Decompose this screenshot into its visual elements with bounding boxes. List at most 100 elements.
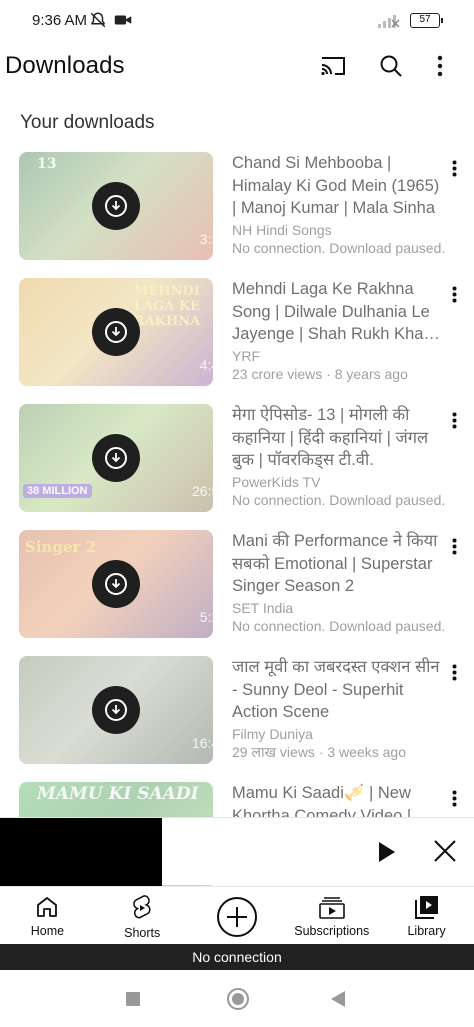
offline-banner: No connection <box>0 944 474 970</box>
mini-player-close-button[interactable] <box>430 836 460 866</box>
download-ring <box>105 573 127 595</box>
play-icon <box>379 842 395 862</box>
nav-home-label: Home <box>30 924 65 938</box>
video-status: No connection. Download paused. <box>232 239 446 256</box>
video-meta: जाल मूवी का जबरदस्त एक्शन सीन - Sunny De… <box>232 656 444 761</box>
video-more-button[interactable] <box>442 786 466 810</box>
status-time: 9:36 AM <box>32 12 88 29</box>
download-arrow-icon <box>111 453 121 463</box>
shorts-icon <box>133 895 151 919</box>
home-icon <box>37 897 58 917</box>
cast-button[interactable] <box>304 50 362 82</box>
video-status: 29 लाख views · 3 weeks ago <box>232 743 406 760</box>
home-system-button[interactable] <box>227 988 249 1010</box>
download-status-button[interactable] <box>92 560 140 608</box>
more-vertical-icon <box>452 664 456 680</box>
create-plus-icon <box>226 907 247 927</box>
more-vertical-icon <box>452 790 456 806</box>
mini-player-thumbnail[interactable] <box>0 818 162 886</box>
nav-library[interactable]: Library <box>379 887 474 944</box>
video-duration: 5:25 <box>199 609 213 625</box>
battery-icon: 57 <box>410 13 443 29</box>
video-item[interactable]: 13 3:36 Chand Si Mehbooba | Himalay Ki G… <box>0 152 474 278</box>
video-more-button[interactable] <box>442 660 466 684</box>
download-status-button[interactable] <box>92 308 140 356</box>
more-vertical-icon <box>452 538 456 554</box>
more-vertical-icon <box>452 160 456 176</box>
nav-library-label: Library <box>407 924 446 938</box>
status-left-icons <box>89 11 132 29</box>
video-title[interactable]: जाल मूवी का जबरदस्त एक्शन सीन - Sunny De… <box>232 656 444 724</box>
video-title[interactable]: मेगा ऐपिसोड- 13 | मोगली की कहानिया | हिं… <box>232 404 444 472</box>
nav-subscriptions[interactable]: Subscriptions <box>284 887 379 944</box>
video-more-button[interactable] <box>442 534 466 558</box>
video-item[interactable]: 38 MILLION 26:54 मेगा ऐपिसोड- 13 | मोगली… <box>0 404 474 530</box>
video-status: 23 crore views · 8 years ago <box>232 365 408 382</box>
downloads-list: 13 3:36 Chand Si Mehbooba | Himalay Ki G… <box>0 152 474 908</box>
subscriptions-icon <box>318 897 345 919</box>
video-channel: Filmy Duniya <box>232 725 313 742</box>
download-ring <box>105 321 127 343</box>
create-button[interactable] <box>216 897 257 937</box>
video-title[interactable]: Mani की Performance ने किया सबको Emotion… <box>232 530 444 598</box>
nav-create[interactable] <box>190 887 285 944</box>
video-title[interactable]: Mehndi Laga Ke Rakhna Song | Dilwale Dul… <box>232 278 444 346</box>
video-channel: SET India <box>232 599 294 616</box>
video-meta: Mani की Performance ने किया सबको Emotion… <box>232 530 446 635</box>
search-button[interactable] <box>362 50 420 82</box>
nav-shorts-label: Shorts <box>124 926 161 940</box>
video-meta: Chand Si Mehbooba | Himalay Ki God Mein … <box>232 152 446 257</box>
video-title[interactable]: Chand Si Mehbooba | Himalay Ki God Mein … <box>232 152 444 220</box>
download-arrow-icon <box>111 327 121 337</box>
video-duration: 26:54 <box>191 483 213 499</box>
download-ring <box>105 447 127 469</box>
download-arrow-icon <box>111 705 121 715</box>
video-meta: Mehndi Laga Ke Rakhna Song | Dilwale Dul… <box>232 278 444 383</box>
more-options-button[interactable] <box>420 50 460 82</box>
mute-bell-icon <box>90 12 106 28</box>
nav-shorts[interactable]: Shorts <box>95 887 190 944</box>
video-duration: 16:41 <box>191 735 213 751</box>
video-duration: 3:36 <box>199 231 213 247</box>
video-more-button[interactable] <box>442 282 466 306</box>
library-icon <box>414 896 438 919</box>
video-more-button[interactable] <box>442 156 466 180</box>
download-status-button[interactable] <box>92 434 140 482</box>
nav-home[interactable]: Home <box>0 887 95 944</box>
more-vertical-icon <box>452 286 456 302</box>
thumbnail-text: 13 <box>37 156 57 172</box>
video-item[interactable]: MEHNDI LAGA KE RAKHNA 4:41 Mehndi Laga K… <box>0 278 474 404</box>
video-item[interactable]: 16:41 जाल मूवी का जबरदस्त एक्शन सीन - Su… <box>0 656 474 782</box>
recents-button[interactable] <box>126 992 140 1006</box>
status-bar: 9:36 AM 57 <box>0 0 474 42</box>
more-vertical-icon <box>437 55 443 77</box>
app-bar-actions <box>304 50 460 82</box>
section-title: Your downloads <box>20 112 155 133</box>
video-more-button[interactable] <box>442 408 466 432</box>
download-status-button[interactable] <box>92 686 140 734</box>
video-channel: PowerKids TV <box>232 473 321 490</box>
video-meta: मेगा ऐपिसोड- 13 | मोगली की कहानिया | हिं… <box>232 404 446 509</box>
status-right-icons: 57 <box>377 12 443 30</box>
search-icon <box>380 55 402 77</box>
video-channel: NH Hindi Songs <box>232 221 332 238</box>
video-channel: YRF <box>232 347 260 364</box>
thumbnail-text: Singer 2 <box>25 538 97 556</box>
download-arrow-icon <box>111 579 121 589</box>
download-ring <box>105 699 127 721</box>
more-vertical-icon <box>452 412 456 428</box>
mini-player-play-button[interactable] <box>372 838 400 866</box>
app-bar: Downloads <box>0 42 474 90</box>
download-status-button[interactable] <box>92 182 140 230</box>
bottom-nav: Home Shorts Subscriptions Library <box>0 886 474 944</box>
video-item[interactable]: Singer 2 5:25 Mani की Performance ने किय… <box>0 530 474 656</box>
back-button[interactable] <box>331 991 345 1007</box>
video-status: No connection. Download paused. <box>232 491 446 508</box>
video-status: No connection. Download paused. <box>232 617 446 634</box>
system-nav-bar <box>0 970 474 1027</box>
download-arrow-icon <box>111 201 121 211</box>
mini-player[interactable] <box>0 817 474 886</box>
page-title: Downloads <box>5 52 125 79</box>
cast-icon <box>321 57 345 76</box>
thumbnail-text: 38 MILLION <box>23 484 92 498</box>
